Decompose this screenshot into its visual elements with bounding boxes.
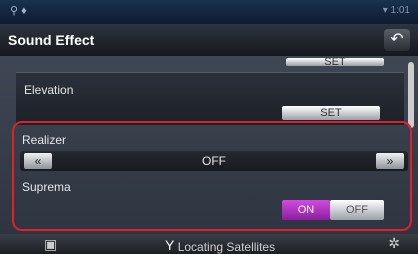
gps-status: Y Locating Satellites (165, 237, 276, 254)
elevation-set-button[interactable]: SET (282, 106, 380, 120)
back-icon: ↶ (390, 31, 404, 48)
settings-icon[interactable]: ✲ (388, 235, 400, 252)
highlight-box (12, 121, 412, 231)
back-button[interactable]: ↶ (384, 29, 410, 51)
screen-icon[interactable]: ▣ (44, 236, 57, 253)
status-icons-right: ▾ 1:01 (382, 5, 410, 16)
title-bar: Sound Effect ↶ (0, 24, 418, 57)
elevation-label: Elevation (24, 83, 74, 97)
scrollbar[interactable] (408, 62, 414, 128)
set-button-top[interactable]: SET (286, 58, 384, 66)
antenna-icon: Y (165, 237, 175, 253)
page-title: Sound Effect (8, 32, 95, 48)
status-icons-left: ⚲ ♦ (10, 5, 27, 17)
bottom-bar: ▣ Y Locating Satellites ✲ (0, 234, 418, 254)
status-bar: ⚲ ♦ ▾ 1:01 (0, 0, 418, 24)
